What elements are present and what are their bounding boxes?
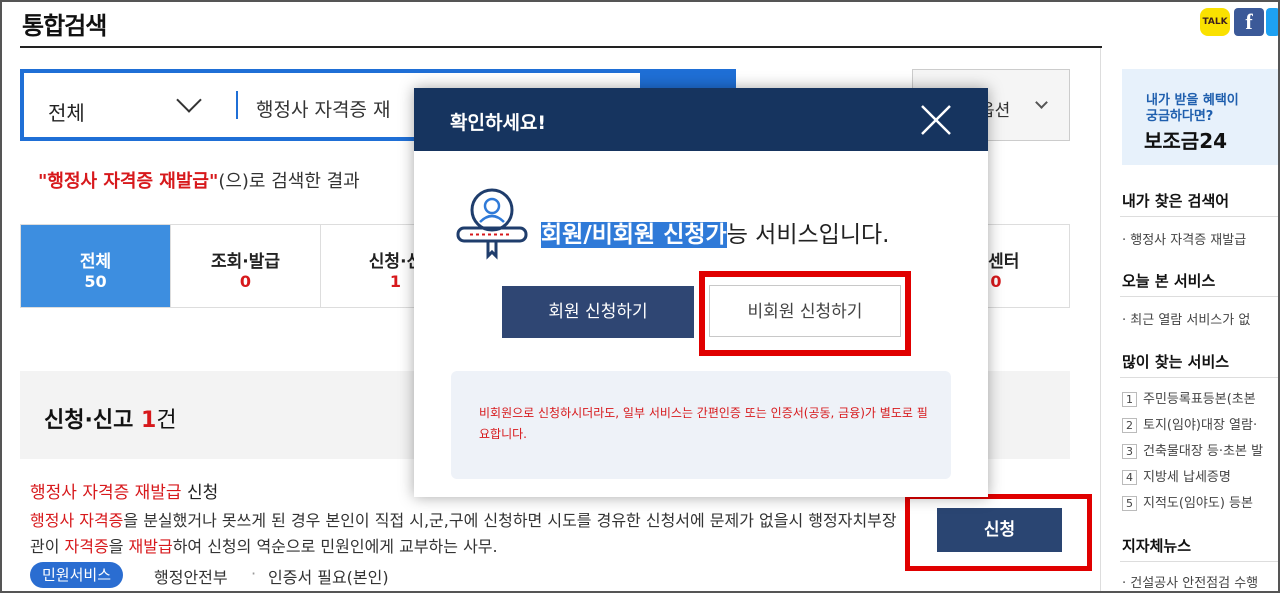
agency-label: 행정안전부 bbox=[154, 568, 228, 587]
facebook-share-icon[interactable]: f bbox=[1234, 8, 1264, 36]
modal-message: 회원/비회원 신청가능 서비스입니다. bbox=[541, 215, 889, 249]
subsidy-banner[interactable]: 내가 받을 혜택이 궁금하다면? 보조금24 bbox=[1122, 69, 1280, 165]
section-count: 1 bbox=[141, 408, 157, 433]
popular-item[interactable]: 1 주민등록표등본(초본 bbox=[1122, 388, 1256, 407]
page-title: 통합검색 bbox=[22, 12, 107, 40]
requirement-label: 인증서 필요(본인) bbox=[268, 568, 389, 587]
tab-all[interactable]: 전체 50 bbox=[21, 225, 171, 307]
modal-title: 확인하세요! bbox=[450, 112, 547, 134]
banner-brand: 보조금24 bbox=[1144, 129, 1228, 153]
popular-item[interactable]: 5 지적도(임야도) 등본 bbox=[1122, 492, 1253, 511]
rank-number: 1 bbox=[1122, 392, 1137, 407]
result-keyword: "행정사 자격증 재발급" bbox=[38, 171, 219, 192]
popular-item-label: 주민등록표등본(초본 bbox=[1143, 392, 1256, 407]
search-divider bbox=[236, 91, 238, 119]
popular-item[interactable]: 3 건축물대장 등·초본 발 bbox=[1122, 440, 1263, 459]
popular-item-label: 토지(임야)대장 열람· bbox=[1143, 418, 1258, 433]
section-title: 신청·신고 1건 bbox=[44, 402, 177, 434]
highlight-text: 재발급 bbox=[128, 537, 173, 556]
search-scope-select[interactable]: 전체 bbox=[48, 97, 85, 126]
modal-header: 확인하세요! bbox=[414, 88, 988, 151]
rail-rule bbox=[1120, 561, 1280, 562]
popular-item-label: 지방세 납세증명 bbox=[1143, 470, 1231, 485]
popular-item[interactable]: 2 토지(임야)대장 열람· bbox=[1122, 414, 1257, 433]
service-type-badge: 민원서비스 bbox=[30, 562, 124, 588]
close-icon[interactable] bbox=[919, 103, 953, 137]
title-divider bbox=[20, 46, 1102, 48]
tab-count: 50 bbox=[84, 272, 107, 291]
today-service-item: · 최근 열람 서비스가 없 bbox=[1122, 313, 1251, 328]
result-item-title[interactable]: 행정사 자격증 재발급 신청 bbox=[30, 478, 218, 503]
rail-divider bbox=[1100, 48, 1101, 593]
today-service-title: 오늘 본 서비스 bbox=[1122, 272, 1216, 290]
popular-item-label: 지적도(임야도) 등본 bbox=[1143, 496, 1253, 511]
section-unit: 건 bbox=[156, 408, 177, 433]
tab-label: 전체 bbox=[79, 252, 112, 272]
result-item-description: 행정사 자격증을 분실했거나 못쓰게 된 경우 본인이 직접 시,군,구에 신청… bbox=[30, 508, 910, 560]
chevron-down-icon[interactable] bbox=[176, 87, 202, 113]
local-news-title: 지자체뉴스 bbox=[1122, 537, 1192, 555]
notice-box: 비회원으로 신청하시더라도, 일부 서비스는 간편인증 또는 인증서(공동, 금… bbox=[451, 371, 951, 479]
highlight-box-guest bbox=[699, 271, 911, 356]
popular-service-title: 많이 찾는 서비스 bbox=[1122, 353, 1230, 371]
section-title-text: 신청·신고 bbox=[44, 408, 134, 433]
banner-line-2: 궁금하다면? bbox=[1146, 109, 1214, 124]
result-message-text: (으)로 검색한 결과 bbox=[218, 171, 360, 192]
kakao-share-icon[interactable]: TALK bbox=[1200, 8, 1230, 36]
highlight-text: 자격증 bbox=[64, 537, 109, 556]
rank-number: 4 bbox=[1122, 470, 1137, 485]
local-news-item[interactable]: · 건설공사 안전점검 수행 bbox=[1122, 572, 1258, 591]
chevron-down-icon bbox=[1035, 96, 1048, 109]
rail-rule bbox=[1120, 377, 1280, 378]
tab-inquiry-issuance[interactable]: 조회·발급 0 bbox=[171, 225, 321, 307]
rank-number: 3 bbox=[1122, 444, 1137, 459]
search-input[interactable]: 행정사 자격증 재 bbox=[256, 95, 390, 122]
tab-count: 0 bbox=[239, 272, 252, 291]
rank-number: 2 bbox=[1122, 418, 1137, 433]
my-search-item[interactable]: · 행정사 자격증 재발급 bbox=[1122, 229, 1246, 248]
message-text: 능 서비스입니다. bbox=[726, 222, 890, 248]
member-apply-button[interactable]: 회원 신청하기 bbox=[502, 286, 694, 338]
tab-label: 조회·발급 bbox=[210, 252, 281, 272]
description-text: 하여 신청의 역순으로 민원인에게 교부하는 사무. bbox=[172, 537, 498, 556]
my-search-title: 내가 찾은 검색어 bbox=[1122, 192, 1230, 210]
notice-text: 비회원으로 신청하시더라도, 일부 서비스는 간편인증 또는 인증서(공동, 금… bbox=[479, 406, 928, 441]
result-item-keyword: 행정사 자격증 재발급 bbox=[30, 483, 182, 503]
highlight-text: 행정사 자격증 bbox=[30, 511, 124, 530]
user-card-icon bbox=[456, 188, 528, 260]
popular-item-label: 건축물대장 등·초본 발 bbox=[1143, 444, 1264, 459]
meta-separator: · bbox=[251, 564, 257, 583]
twitter-share-icon[interactable] bbox=[1266, 8, 1280, 36]
description-text: 을 bbox=[108, 537, 129, 556]
highlight-box-apply bbox=[905, 494, 1092, 571]
result-message: "행정사 자격증 재발급"(으)로 검색한 결과 bbox=[38, 167, 360, 193]
result-item-suffix: 신청 bbox=[181, 483, 219, 503]
rank-number: 5 bbox=[1122, 496, 1137, 511]
confirm-modal: 확인하세요! 회원/비회원 신청가능 서비스입니다. 회원 신청하기 비회원 신… bbox=[414, 88, 988, 497]
rail-rule bbox=[1120, 296, 1280, 297]
rail-rule bbox=[1120, 216, 1280, 217]
selected-text: 회원/비회원 신청가 bbox=[541, 222, 727, 248]
popular-item[interactable]: 4 지방세 납세증명 bbox=[1122, 466, 1231, 485]
